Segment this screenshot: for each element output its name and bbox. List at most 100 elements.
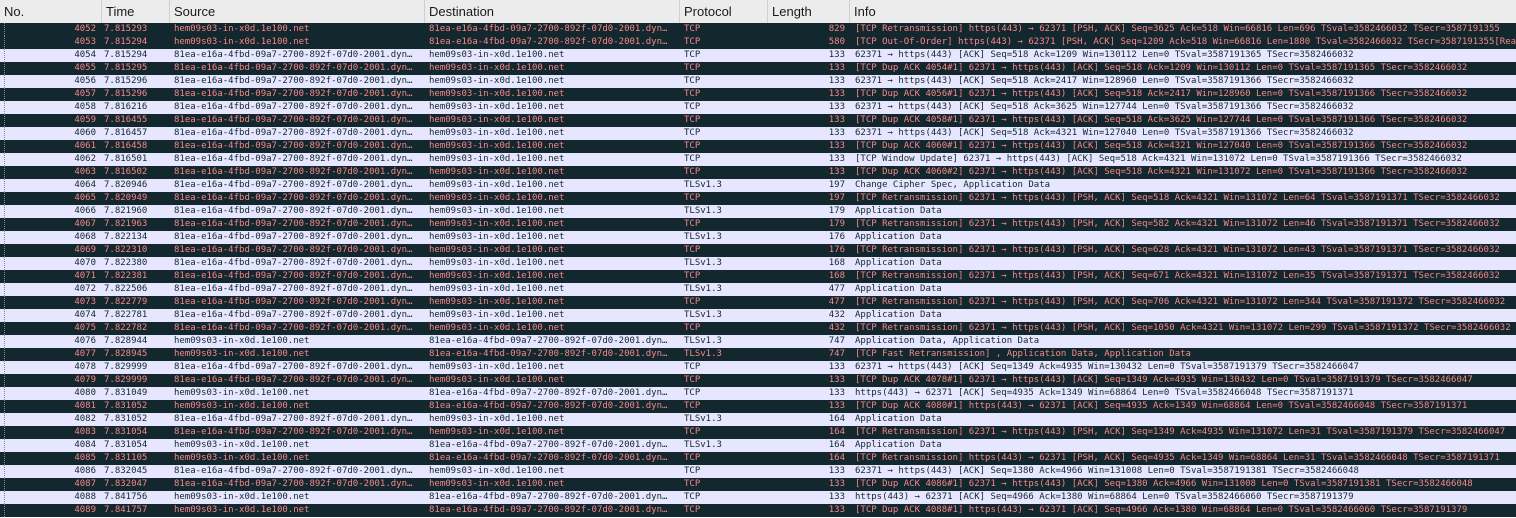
packet-protocol: TCP	[684, 427, 701, 437]
packet-row[interactable]: 4062 7.816501 81ea-e16a-4fbd-09a7-2700-892…	[0, 153, 1516, 166]
packet-source: 81ea-e16a-4fbd-09a7-2700-892f-07d0-2001.…	[174, 89, 413, 99]
packet-protocol: TCP	[684, 323, 701, 333]
packet-row[interactable]: 4081 7.831052 hem09s03-in-x0d.1e100.net 81e…	[0, 400, 1516, 413]
packet-row[interactable]: 4057 7.815296 81ea-e16a-4fbd-09a7-2700-892…	[0, 88, 1516, 101]
packet-destination: hem09s03-in-x0d.1e100.net	[429, 141, 565, 151]
packet-protocol: TLSv1.3	[684, 232, 722, 242]
packet-time: 7.815294	[104, 50, 148, 60]
packet-length: 133	[828, 505, 845, 515]
packet-info: 62371 → https(443) [ACK] Seq=518 Ack=362…	[855, 102, 1354, 112]
packet-source: hem09s03-in-x0d.1e100.net	[174, 336, 310, 346]
packet-row[interactable]: 4086 7.832045 81ea-e16a-4fbd-09a7-2700-892…	[0, 465, 1516, 478]
packet-destination: hem09s03-in-x0d.1e100.net	[429, 414, 565, 424]
packet-protocol: TCP	[684, 453, 701, 463]
packet-row[interactable]: 4056 7.815296 81ea-e16a-4fbd-09a7-2700-892…	[0, 75, 1516, 88]
packet-row[interactable]: 4077 7.828945 hem09s03-in-x0d.1e100.net 81e…	[0, 348, 1516, 361]
packet-protocol: TCP	[684, 219, 701, 229]
packet-source: hem09s03-in-x0d.1e100.net	[174, 37, 310, 47]
packet-source: 81ea-e16a-4fbd-09a7-2700-892f-07d0-2001.…	[174, 128, 413, 138]
packet-row[interactable]: 4055 7.815295 81ea-e16a-4fbd-09a7-2700-892…	[0, 62, 1516, 75]
packet-row[interactable]: 4071 7.822381 81ea-e16a-4fbd-09a7-2700-892…	[0, 270, 1516, 283]
packet-row[interactable]: 4076 7.828944 hem09s03-in-x0d.1e100.net 81e…	[0, 335, 1516, 348]
packet-row[interactable]: 4054 7.815294 81ea-e16a-4fbd-09a7-2700-892…	[0, 49, 1516, 62]
packet-length: 133	[828, 63, 845, 73]
packet-destination: hem09s03-in-x0d.1e100.net	[429, 128, 565, 138]
packet-row[interactable]: 4060 7.816457 81ea-e16a-4fbd-09a7-2700-892…	[0, 127, 1516, 140]
packet-row[interactable]: 4052 7.815293 hem09s03-in-x0d.1e100.net 81e…	[0, 23, 1516, 36]
packet-protocol: TLSv1.3	[684, 258, 722, 268]
packet-row[interactable]: 4084 7.831054 hem09s03-in-x0d.1e100.net 81e…	[0, 439, 1516, 452]
packet-row[interactable]: 4078 7.829999 81ea-e16a-4fbd-09a7-2700-892…	[0, 361, 1516, 374]
column-header-no[interactable]: No.	[0, 0, 102, 23]
packet-row[interactable]: 4074 7.822781 81ea-e16a-4fbd-09a7-2700-892…	[0, 309, 1516, 322]
packet-number: 4078	[74, 362, 96, 372]
packet-source: 81ea-e16a-4fbd-09a7-2700-892f-07d0-2001.…	[174, 167, 413, 177]
packet-protocol: TCP	[684, 50, 701, 60]
packet-number: 4052	[74, 24, 96, 34]
packet-time: 7.828945	[104, 349, 148, 359]
packet-row[interactable]: 4083 7.831054 81ea-e16a-4fbd-09a7-2700-892…	[0, 426, 1516, 439]
packet-row[interactable]: 4089 7.841757 hem09s03-in-x0d.1e100.net 81e…	[0, 504, 1516, 517]
packet-length: 176	[828, 245, 845, 255]
packet-row[interactable]: 4053 7.815294 hem09s03-in-x0d.1e100.net 81e…	[0, 36, 1516, 49]
packet-destination: hem09s03-in-x0d.1e100.net	[429, 466, 565, 476]
packet-row[interactable]: 4063 7.816502 81ea-e16a-4fbd-09a7-2700-892…	[0, 166, 1516, 179]
packet-protocol: TCP	[684, 128, 701, 138]
packet-row[interactable]: 4073 7.822779 81ea-e16a-4fbd-09a7-2700-892…	[0, 296, 1516, 309]
packet-protocol: TCP	[684, 492, 701, 502]
packet-length: 133	[828, 154, 845, 164]
packet-destination: 81ea-e16a-4fbd-09a7-2700-892f-07d0-2001.…	[429, 336, 668, 346]
packet-info: Application Data	[855, 414, 942, 424]
packet-destination: hem09s03-in-x0d.1e100.net	[429, 167, 565, 177]
packet-row[interactable]: 4061 7.816458 81ea-e16a-4fbd-09a7-2700-892…	[0, 140, 1516, 153]
packet-time: 7.831054	[104, 440, 148, 450]
column-header-protocol[interactable]: Protocol	[680, 0, 768, 23]
column-header-time[interactable]: Time	[102, 0, 170, 23]
packet-row[interactable]: 4085 7.831105 hem09s03-in-x0d.1e100.net 81e…	[0, 452, 1516, 465]
packet-row[interactable]: 4072 7.822506 81ea-e16a-4fbd-09a7-2700-892…	[0, 283, 1516, 296]
column-header-length[interactable]: Length	[768, 0, 850, 23]
packet-source: 81ea-e16a-4fbd-09a7-2700-892f-07d0-2001.…	[174, 193, 413, 203]
packet-length: 432	[828, 323, 845, 333]
packet-row[interactable]: 4082 7.831052 81ea-e16a-4fbd-09a7-2700-892…	[0, 413, 1516, 426]
packet-info: 62371 → https(443) [ACK] Seq=518 Ack=120…	[855, 50, 1354, 60]
packet-row[interactable]: 4066 7.821960 81ea-e16a-4fbd-09a7-2700-892…	[0, 205, 1516, 218]
packet-row[interactable]: 4058 7.816216 81ea-e16a-4fbd-09a7-2700-892…	[0, 101, 1516, 114]
packet-destination: hem09s03-in-x0d.1e100.net	[429, 375, 565, 385]
packet-row[interactable]: 4068 7.822134 81ea-e16a-4fbd-09a7-2700-892…	[0, 231, 1516, 244]
packet-length: 176	[828, 232, 845, 242]
packet-list-header: No. Time Source Destination Protocol Len…	[0, 0, 1516, 24]
packet-source: hem09s03-in-x0d.1e100.net	[174, 440, 310, 450]
packet-source: 81ea-e16a-4fbd-09a7-2700-892f-07d0-2001.…	[174, 154, 413, 164]
packet-number: 4071	[74, 271, 96, 281]
packet-source: 81ea-e16a-4fbd-09a7-2700-892f-07d0-2001.…	[174, 245, 413, 255]
packet-number: 4074	[74, 310, 96, 320]
packet-source: 81ea-e16a-4fbd-09a7-2700-892f-07d0-2001.…	[174, 284, 413, 294]
packet-time: 7.816457	[104, 128, 148, 138]
packet-info: https(443) → 62371 [ACK] Seq=4966 Ack=13…	[855, 492, 1354, 502]
packet-number: 4083	[74, 427, 96, 437]
packet-time: 7.822782	[104, 323, 148, 333]
packet-destination: hem09s03-in-x0d.1e100.net	[429, 102, 565, 112]
packet-length: 432	[828, 310, 845, 320]
packet-row[interactable]: 4088 7.841756 hem09s03-in-x0d.1e100.net 81e…	[0, 491, 1516, 504]
packet-protocol: TLSv1.3	[684, 284, 722, 294]
packet-protocol: TCP	[684, 193, 701, 203]
column-header-info[interactable]: Info	[850, 0, 1516, 23]
column-header-source[interactable]: Source	[170, 0, 425, 23]
packet-row[interactable]: 4059 7.816455 81ea-e16a-4fbd-09a7-2700-892…	[0, 114, 1516, 127]
packet-number: 4075	[74, 323, 96, 333]
packet-info: [TCP Dup ACK 4080#1] https(443) → 62371 …	[855, 401, 1468, 411]
packet-row[interactable]: 4075 7.822782 81ea-e16a-4fbd-09a7-2700-892…	[0, 322, 1516, 335]
packet-row[interactable]: 4069 7.822310 81ea-e16a-4fbd-09a7-2700-892…	[0, 244, 1516, 257]
packet-row[interactable]: 4070 7.822380 81ea-e16a-4fbd-09a7-2700-892…	[0, 257, 1516, 270]
packet-row[interactable]: 4065 7.820949 81ea-e16a-4fbd-09a7-2700-892…	[0, 192, 1516, 205]
packet-protocol: TCP	[684, 154, 701, 164]
packet-row[interactable]: 4080 7.831049 hem09s03-in-x0d.1e100.net 81e…	[0, 387, 1516, 400]
column-header-destination[interactable]: Destination	[425, 0, 680, 23]
packet-row[interactable]: 4067 7.821963 81ea-e16a-4fbd-09a7-2700-892…	[0, 218, 1516, 231]
packet-row[interactable]: 4079 7.829999 81ea-e16a-4fbd-09a7-2700-892…	[0, 374, 1516, 387]
packet-protocol: TLSv1.3	[684, 349, 722, 359]
packet-row[interactable]: 4087 7.832047 81ea-e16a-4fbd-09a7-2700-892…	[0, 478, 1516, 491]
packet-row[interactable]: 4064 7.820946 81ea-e16a-4fbd-09a7-2700-892…	[0, 179, 1516, 192]
